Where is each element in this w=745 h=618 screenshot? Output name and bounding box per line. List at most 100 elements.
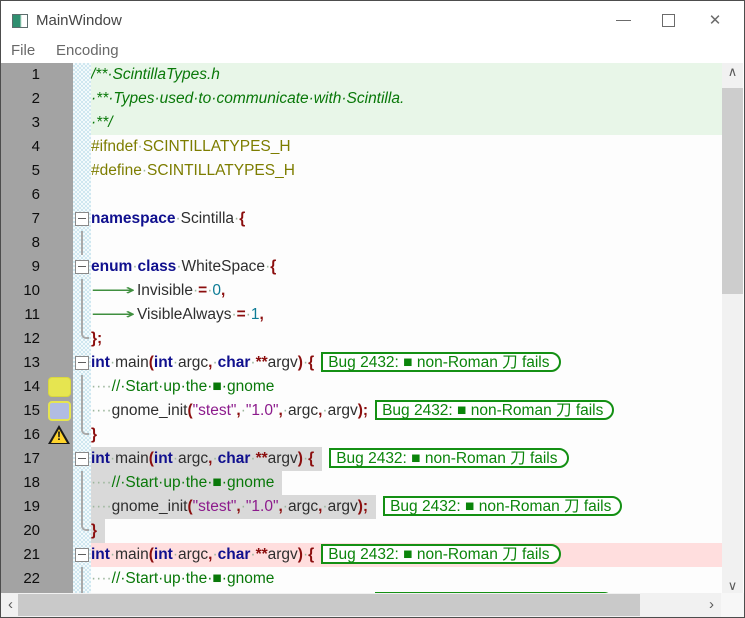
line-number[interactable]: 9 — [1, 255, 45, 279]
marker-margin[interactable] — [45, 279, 73, 303]
fold-margin[interactable] — [73, 87, 91, 111]
fold-margin[interactable] — [73, 567, 91, 591]
fold-margin[interactable] — [73, 135, 91, 159]
fold-margin[interactable] — [73, 399, 91, 423]
line-number[interactable]: 20 — [1, 519, 45, 543]
marker-margin[interactable] — [45, 543, 73, 567]
code-line[interactable]: }; — [91, 327, 724, 351]
code-line[interactable]: #define·SCINTILLATYPES_H — [91, 159, 724, 183]
minimize-button[interactable] — [600, 1, 646, 41]
line-number[interactable]: 18 — [1, 471, 45, 495]
marker-margin[interactable] — [45, 63, 73, 87]
fold-margin[interactable] — [73, 375, 91, 399]
line-number[interactable]: 8 — [1, 231, 45, 255]
fold-margin[interactable] — [73, 159, 91, 183]
code-line[interactable]: } — [91, 423, 724, 447]
code-line[interactable]: ·**/ — [91, 111, 724, 135]
marker-margin[interactable] — [45, 519, 73, 543]
fold-margin[interactable] — [73, 351, 91, 375]
code-line[interactable]: ·**·Types·used·to·communicate·with·Scint… — [91, 87, 724, 111]
line-number[interactable]: 21 — [1, 543, 45, 567]
line-number[interactable]: 11 — [1, 303, 45, 327]
fold-margin[interactable] — [73, 111, 91, 135]
code-editor[interactable]: 1 /**·ScintillaTypes.h 2 ·**·Types·used·to·… — [1, 63, 724, 595]
line-number[interactable]: 12 — [1, 327, 45, 351]
fold-margin[interactable] — [73, 447, 91, 471]
scroll-up-icon[interactable]: ∧ — [722, 64, 743, 80]
marker-margin[interactable] — [45, 375, 73, 399]
fold-margin[interactable] — [73, 207, 91, 231]
line-number[interactable]: 13 — [1, 351, 45, 375]
fold-collapse-icon[interactable] — [75, 260, 89, 274]
fold-margin[interactable] — [73, 327, 91, 351]
code-line[interactable]: ····//·Start·up·the·■·gnome — [91, 471, 724, 495]
line-number[interactable]: 2 — [1, 87, 45, 111]
marker-margin[interactable] — [45, 303, 73, 327]
code-line[interactable]: namespace·Scintilla·{ — [91, 207, 724, 231]
scroll-right-icon[interactable]: › — [704, 593, 719, 617]
code-line[interactable]: ····//·Start·up·the·■·gnome — [91, 375, 724, 399]
code-line[interactable]: ⟶VisibleAlways·=·1, — [91, 303, 724, 327]
fold-margin[interactable] — [73, 519, 91, 543]
code-line[interactable]: int·main(int·argc,·char·**argv)·{Bug 243… — [91, 543, 724, 567]
marker-margin[interactable] — [45, 399, 73, 423]
line-number[interactable]: 1 — [1, 63, 45, 87]
fold-margin[interactable] — [73, 279, 91, 303]
fold-margin[interactable] — [73, 471, 91, 495]
horizontal-scrollbar[interactable]: ‹ › — [1, 593, 723, 617]
code-line[interactable]: ····//·Start·up·the·■·gnome — [91, 567, 724, 591]
marker-margin[interactable] — [45, 159, 73, 183]
line-number[interactable]: 10 — [1, 279, 45, 303]
marker-margin[interactable] — [45, 567, 73, 591]
marker-margin[interactable]: ! — [45, 423, 73, 447]
code-line[interactable]: } — [91, 519, 724, 543]
code-line[interactable]: ····gnome_init("stest",·"1.0",·argc,·arg… — [91, 399, 724, 423]
fold-collapse-icon[interactable] — [75, 212, 89, 226]
fold-margin[interactable] — [73, 231, 91, 255]
close-button[interactable]: ✕ — [692, 1, 738, 41]
line-number[interactable]: 6 — [1, 183, 45, 207]
fold-collapse-icon[interactable] — [75, 452, 89, 466]
marker-margin[interactable] — [45, 255, 73, 279]
code-line[interactable]: #ifndef·SCINTILLATYPES_H — [91, 135, 724, 159]
marker-margin[interactable] — [45, 447, 73, 471]
title-bar[interactable]: MainWindow ✕ — [1, 1, 744, 41]
code-line[interactable] — [91, 183, 724, 207]
line-number[interactable]: 14 — [1, 375, 45, 399]
fold-margin[interactable] — [73, 543, 91, 567]
marker-margin[interactable] — [45, 207, 73, 231]
line-number[interactable]: 17 — [1, 447, 45, 471]
line-number[interactable]: 4 — [1, 135, 45, 159]
marker-margin[interactable] — [45, 183, 73, 207]
code-line[interactable]: enum·class·WhiteSpace·{ — [91, 255, 724, 279]
code-line[interactable]: /**·ScintillaTypes.h — [91, 63, 724, 87]
fold-margin[interactable] — [73, 495, 91, 519]
fold-collapse-icon[interactable] — [75, 356, 89, 370]
line-number[interactable]: 19 — [1, 495, 45, 519]
line-number[interactable]: 3 — [1, 111, 45, 135]
horizontal-scrollbar-thumb[interactable] — [18, 594, 640, 616]
maximize-button[interactable] — [646, 1, 692, 41]
vertical-scrollbar[interactable]: ∧ ∨ — [722, 63, 743, 595]
marker-margin[interactable] — [45, 471, 73, 495]
code-line[interactable]: ····gnome_init("stest",·"1.0",·argc,·arg… — [91, 495, 724, 519]
marker-margin[interactable] — [45, 231, 73, 255]
code-line[interactable]: ⟶Invisible·=·0, — [91, 279, 724, 303]
line-number[interactable]: 5 — [1, 159, 45, 183]
marker-margin[interactable] — [45, 111, 73, 135]
marker-margin[interactable] — [45, 327, 73, 351]
marker-margin[interactable] — [45, 351, 73, 375]
fold-margin[interactable] — [73, 63, 91, 87]
fold-margin[interactable] — [73, 423, 91, 447]
line-number[interactable]: 15 — [1, 399, 45, 423]
menu-item-encoding[interactable]: Encoding — [56, 41, 119, 63]
scroll-down-icon[interactable]: ∨ — [722, 578, 743, 594]
menu-item-file[interactable]: File — [11, 41, 35, 63]
vertical-scrollbar-thumb[interactable] — [722, 88, 743, 294]
marker-margin[interactable] — [45, 135, 73, 159]
marker-margin[interactable] — [45, 495, 73, 519]
marker-margin[interactable] — [45, 87, 73, 111]
fold-collapse-icon[interactable] — [75, 548, 89, 562]
line-number[interactable]: 7 — [1, 207, 45, 231]
fold-margin[interactable] — [73, 255, 91, 279]
